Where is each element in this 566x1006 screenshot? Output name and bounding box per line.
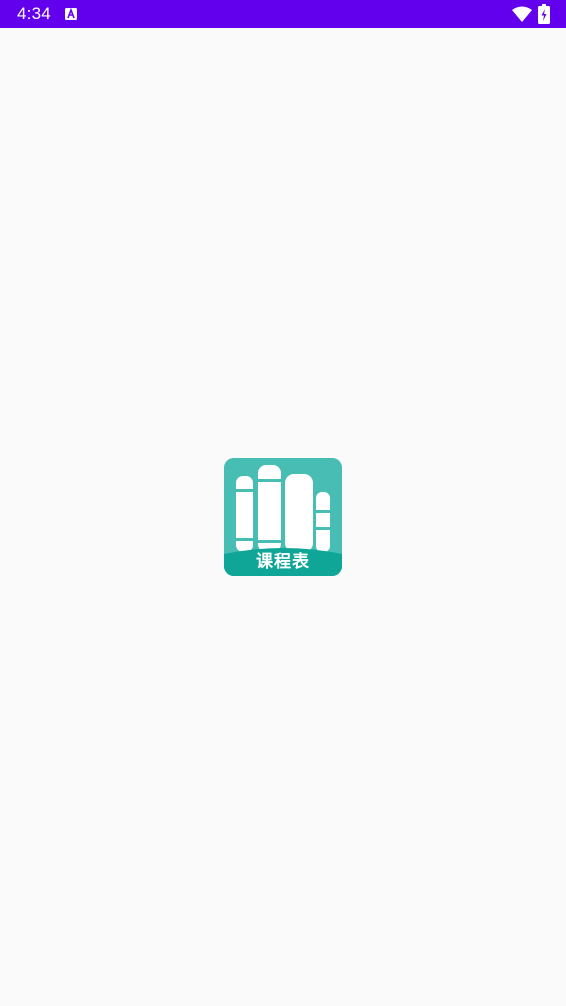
status-time: 4:34 (17, 4, 51, 23)
logo-caption: 课程表 (256, 552, 310, 572)
wifi-icon (512, 6, 532, 22)
a-notification-icon (65, 8, 77, 20)
app-logo: 课程表 (224, 458, 342, 576)
battery-charging-icon (538, 4, 550, 24)
status-bar: 4:34 (0, 0, 566, 28)
splash-screen: 4:34 课程表 (0, 0, 566, 1006)
